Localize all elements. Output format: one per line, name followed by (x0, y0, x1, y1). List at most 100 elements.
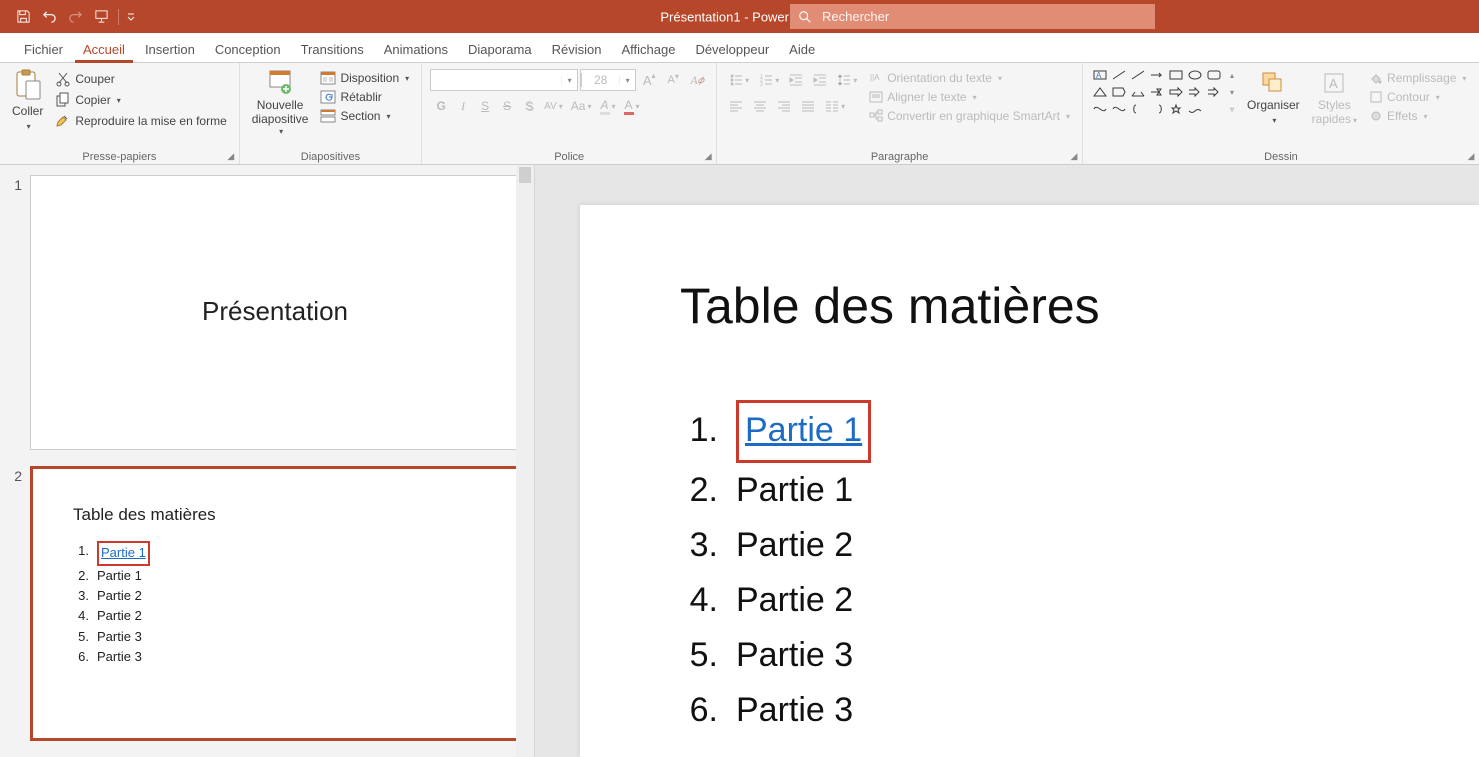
slide-canvas-area[interactable]: Table des matières 1.Partie 12.Partie 13… (535, 165, 1479, 757)
group-label: Paragraphe (725, 149, 1074, 164)
new-slide-button[interactable]: Nouvelle diapositive▾ (248, 67, 313, 136)
search-input[interactable] (822, 9, 1147, 24)
list-item[interactable]: 1.Partie 1 (680, 400, 871, 463)
layout-button[interactable]: Disposition▾ (316, 69, 413, 87)
shape-effects-button: Effets▾ (1365, 107, 1470, 125)
group-clipboard: Coller▾ Couper Copier▾ Reproduire la mis… (0, 63, 240, 164)
group-label: Dessin (1091, 149, 1471, 164)
slide-thumbnail-panel: 1 Présentation 2 Table des matières 1.Pa… (0, 165, 535, 757)
change-case-button: Aa▾ (567, 95, 596, 117)
list-item[interactable]: 2.Partie 1 (680, 463, 871, 518)
redo-icon (62, 4, 88, 30)
list-item[interactable]: 5.Partie 3 (680, 628, 871, 683)
dialog-launcher-icon[interactable]: ◢ (1068, 150, 1080, 162)
list-item[interactable]: 6.Partie 3 (680, 683, 871, 738)
font-highlight-button: A▾ (596, 95, 620, 117)
thumbnail-list: 1.Partie 12.Partie 13.Partie 24.Partie 2… (73, 541, 150, 667)
tab-developpeur[interactable]: Développeur (685, 36, 779, 62)
search-box[interactable] (790, 4, 1155, 29)
font-size-combo[interactable]: 28▾ (580, 69, 636, 91)
arrange-button[interactable]: Organiser▾ (1243, 67, 1304, 127)
undo-icon[interactable] (36, 4, 62, 30)
clear-formatting-icon: A𝜙 (686, 69, 708, 91)
copy-button[interactable]: Copier▾ (51, 90, 230, 110)
line-spacing-button: ▾ (833, 69, 861, 91)
quick-styles-button: A Styles rapides▾ (1308, 67, 1361, 127)
align-right-button (773, 95, 795, 117)
tab-fichier[interactable]: Fichier (14, 36, 73, 62)
tab-diaporama[interactable]: Diaporama (458, 36, 542, 62)
shapes-gallery[interactable]: A (1091, 67, 1239, 117)
underline-button: S (474, 95, 496, 117)
char-spacing-button: AV▾ (540, 95, 567, 117)
group-label: Diapositives (248, 149, 413, 164)
bold-button: G (430, 95, 452, 117)
group-drawing: A (1083, 63, 1479, 164)
decrease-font-icon: A▾ (662, 69, 684, 91)
group-slides: Nouvelle diapositive▾ Disposition▾ Rétab… (240, 63, 422, 164)
decrease-indent-button (785, 69, 807, 91)
cut-button[interactable]: Couper (51, 69, 230, 89)
tab-accueil[interactable]: Accueil (73, 36, 135, 62)
thumbnail-1[interactable]: 1 Présentation (0, 165, 534, 456)
thumbnail-2[interactable]: 2 Table des matières 1.Partie 12.Partie … (0, 456, 534, 747)
smartart-button: Convertir en graphique SmartArt▾ (865, 107, 1074, 125)
ribbon-tabs: Fichier Accueil Insertion Conception Tra… (0, 33, 1479, 63)
align-text-button: Aligner le texte▾ (865, 88, 1074, 106)
ribbon: Coller▾ Couper Copier▾ Reproduire la mis… (0, 63, 1479, 165)
list-item[interactable]: 3.Partie 2 (680, 518, 871, 573)
tab-affichage[interactable]: Affichage (611, 36, 685, 62)
separator (118, 9, 119, 25)
paste-button[interactable]: Coller▾ (8, 67, 47, 133)
svg-text:A: A (1329, 76, 1338, 91)
slide-content-list[interactable]: 1.Partie 12.Partie 13.Partie 24.Partie 2… (680, 400, 871, 738)
group-label: Police (430, 149, 708, 164)
shape-fill-button: Remplissage▾ (1365, 69, 1470, 87)
shadow-button: S (518, 95, 540, 117)
group-paragraph: ▾ 123▾ ▾ ▾ ||AOrientation du texte▾ Alig… (717, 63, 1083, 164)
shape-outline-button: Contour▾ (1365, 88, 1470, 106)
slide-title[interactable]: Table des matières (680, 277, 1100, 335)
reset-button[interactable]: Rétablir (316, 88, 413, 106)
numbering-button: 123▾ (755, 69, 783, 91)
quick-access-toolbar (0, 4, 139, 30)
align-center-button (749, 95, 771, 117)
qat-dropdown-icon[interactable] (123, 4, 139, 30)
dialog-launcher-icon[interactable]: ◢ (225, 150, 237, 162)
thumbnail-scrollbar[interactable] (516, 165, 534, 757)
tab-insertion[interactable]: Insertion (135, 36, 205, 62)
font-family-combo[interactable]: ▾ (430, 69, 578, 91)
increase-indent-button (809, 69, 831, 91)
tab-animations[interactable]: Animations (374, 36, 458, 62)
font-color-button: A▾ (620, 95, 644, 117)
workspace: 1 Présentation 2 Table des matières 1.Pa… (0, 165, 1479, 757)
svg-text:A: A (1096, 71, 1102, 80)
shapes-scroll[interactable]: ▴▾▿ (1225, 67, 1239, 117)
slideshow-icon[interactable] (88, 4, 114, 30)
text-direction-button: ||AOrientation du texte▾ (865, 69, 1074, 87)
group-font: ▾ 28▾ A▴ A▾ A𝜙 G I S S S AV▾ Aa▾ A▾ A▾ (422, 63, 717, 164)
section-button[interactable]: Section▾ (316, 107, 413, 125)
dialog-launcher-icon[interactable]: ◢ (1465, 150, 1477, 162)
save-icon[interactable] (10, 4, 36, 30)
bullets-button: ▾ (725, 69, 753, 91)
slide[interactable]: Table des matières 1.Partie 12.Partie 13… (580, 205, 1479, 757)
strike-button: S (496, 95, 518, 117)
hyperlink[interactable]: Partie 1 (745, 411, 862, 449)
format-painter-button[interactable]: Reproduire la mise en forme (51, 111, 230, 131)
justify-button (797, 95, 819, 117)
columns-button: ▾ (821, 95, 849, 117)
search-icon (798, 10, 812, 24)
svg-text:||A: ||A (870, 73, 880, 82)
tab-revision[interactable]: Révision (542, 36, 612, 62)
tab-aide[interactable]: Aide (779, 36, 825, 62)
italic-button: I (452, 95, 474, 117)
tab-transitions[interactable]: Transitions (291, 36, 374, 62)
align-left-button (725, 95, 747, 117)
dialog-launcher-icon[interactable]: ◢ (702, 150, 714, 162)
increase-font-icon: A▴ (638, 69, 660, 91)
svg-text:3: 3 (760, 82, 763, 87)
titlebar: Présentation1 - PowerPoint (0, 0, 1479, 33)
list-item[interactable]: 4.Partie 2 (680, 573, 871, 628)
tab-conception[interactable]: Conception (205, 36, 291, 62)
